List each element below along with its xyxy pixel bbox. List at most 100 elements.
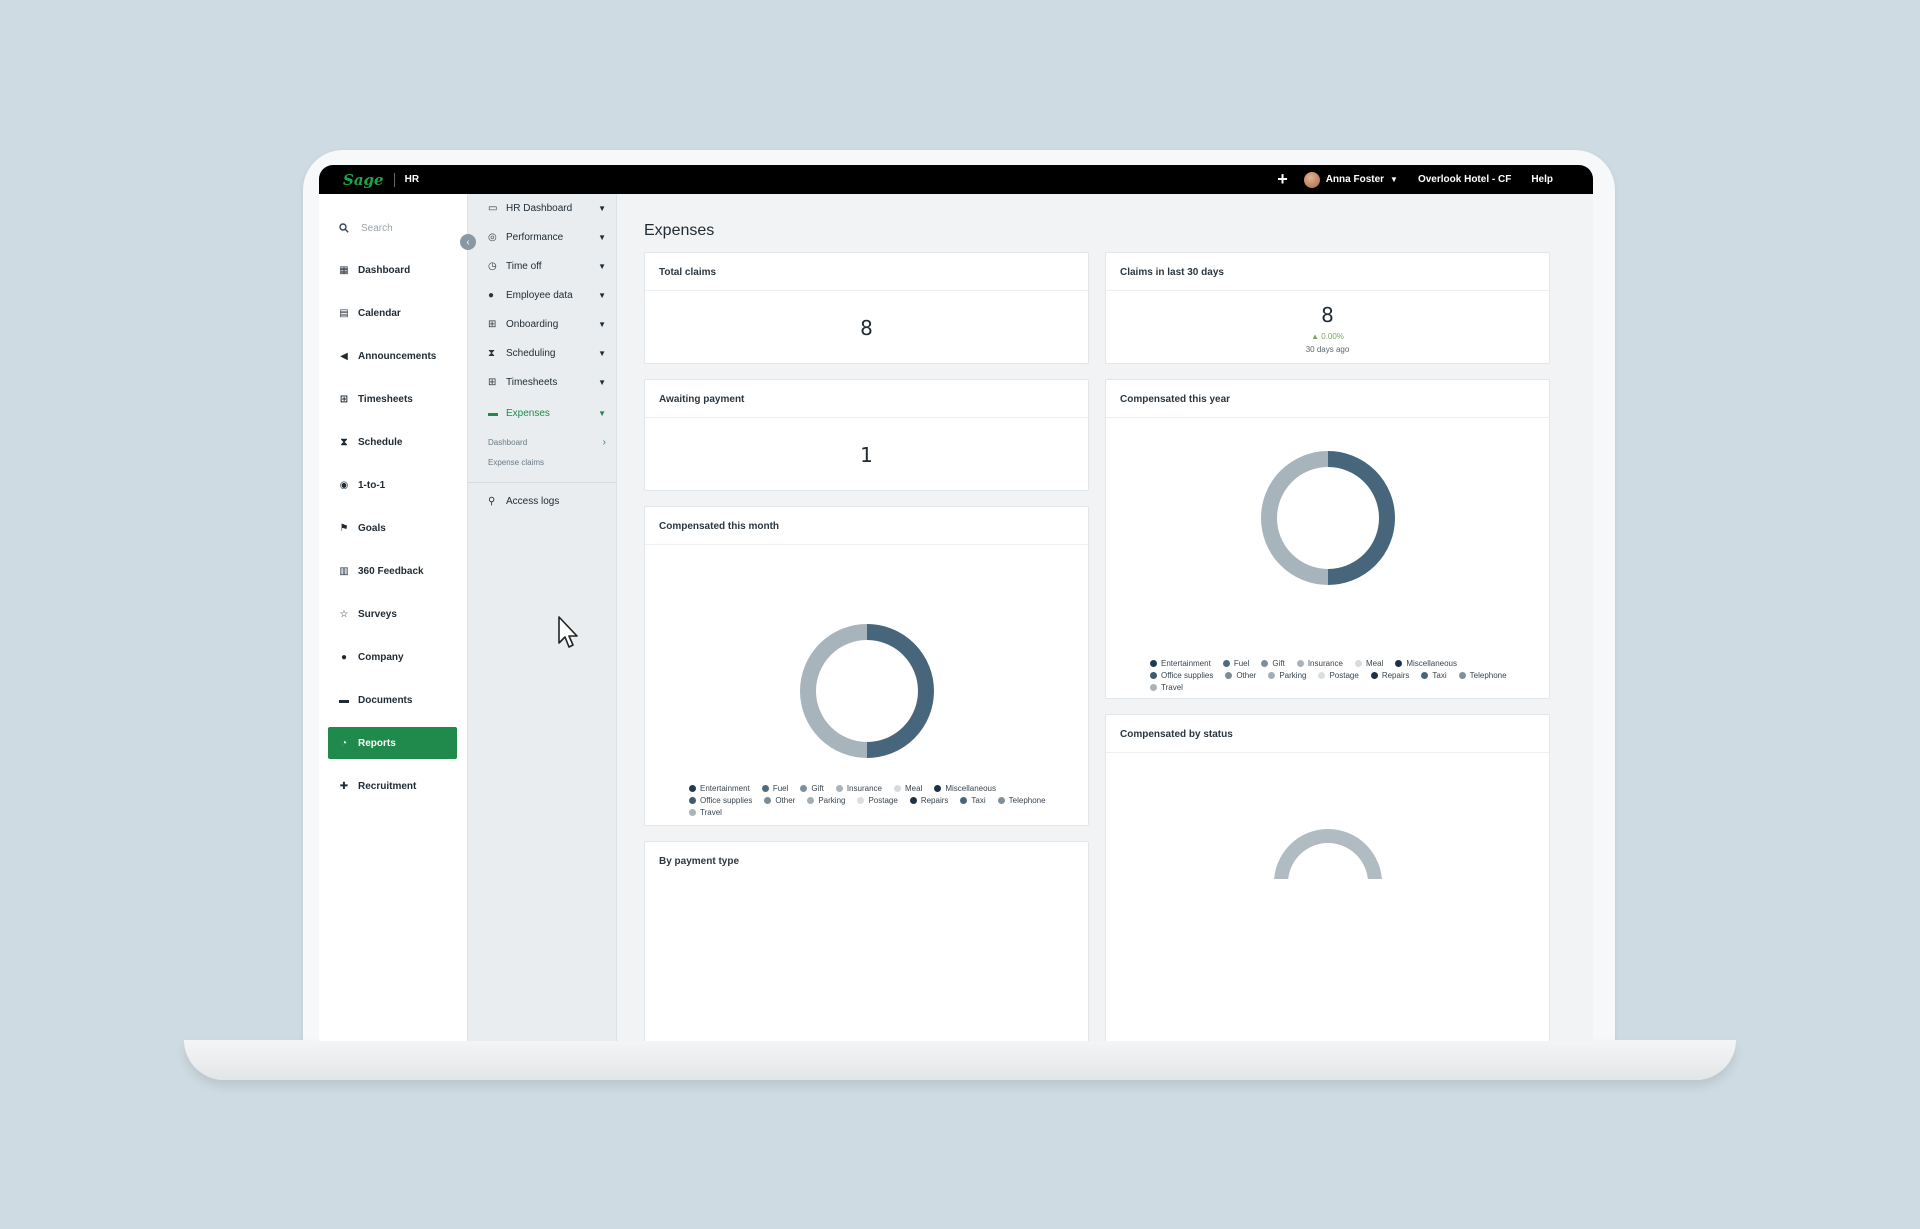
legend-item[interactable]: Travel bbox=[1150, 682, 1183, 692]
legend-item[interactable]: Repairs bbox=[909, 795, 948, 805]
legend-label: Repairs bbox=[1381, 670, 1410, 680]
sidebar-item-calendar[interactable]: ▤ Calendar bbox=[328, 297, 457, 329]
legend-item[interactable]: Insurance bbox=[1296, 658, 1343, 668]
sidebar-item-goals[interactable]: ⚑ Goals bbox=[328, 512, 457, 544]
table-icon: ⊞ bbox=[488, 377, 497, 388]
legend-item[interactable]: Taxi bbox=[960, 795, 986, 805]
legend-item[interactable]: Insurance bbox=[835, 783, 882, 793]
legend-item[interactable]: Miscellaneous bbox=[1395, 658, 1457, 668]
legend-item[interactable]: Fuel bbox=[761, 783, 788, 793]
legend-item[interactable]: Gift bbox=[800, 783, 824, 793]
sidebar-item-announcements[interactable]: ◀ Announcements bbox=[328, 340, 457, 372]
legend-item[interactable]: Telephone bbox=[997, 795, 1046, 805]
sub-item-timesheets[interactable]: ⊞ Timesheets ▼ bbox=[468, 368, 616, 397]
sub-item-scheduling[interactable]: ⧗ Scheduling ▼ bbox=[468, 339, 616, 368]
document-icon: ▥ bbox=[339, 565, 349, 577]
legend-item[interactable]: Other bbox=[1225, 670, 1256, 680]
search-box[interactable]: Search bbox=[319, 194, 467, 242]
sub-item-access-logs[interactable]: ⚲ Access logs bbox=[468, 487, 616, 516]
legend-item[interactable]: Other bbox=[764, 795, 795, 805]
legend-item[interactable]: Repairs bbox=[1370, 670, 1410, 680]
sidebar-item-1-to-1[interactable]: ◉ 1-to-1 bbox=[328, 469, 457, 501]
card-compensated-month: Compensated this month Entertainment Fuel… bbox=[644, 506, 1089, 826]
sidebar-item-schedule[interactable]: ⧗ Schedule bbox=[328, 426, 457, 458]
sidebar-item-label: Timesheets bbox=[358, 393, 413, 405]
legend-item[interactable]: Travel bbox=[689, 807, 722, 817]
legend-item[interactable]: Office supplies bbox=[689, 795, 752, 805]
donut-slice-taxi[interactable] bbox=[866, 624, 934, 758]
legend-label: Taxi bbox=[971, 795, 986, 805]
legend-item[interactable]: Postage bbox=[857, 795, 898, 805]
legend-label: Travel bbox=[1161, 682, 1183, 692]
card-title: Claims in last 30 days bbox=[1106, 253, 1549, 291]
legend-item[interactable]: Entertainment bbox=[1150, 658, 1211, 668]
sub-item-expenses-dashboard[interactable]: Dashboard › bbox=[468, 432, 616, 452]
sidebar-item-reports[interactable]: ◔ Reports bbox=[328, 727, 457, 759]
donut-slice-taxi[interactable] bbox=[1327, 451, 1395, 585]
donut-slice-travel[interactable] bbox=[1261, 451, 1329, 585]
legend-label: Miscellaneous bbox=[1406, 658, 1458, 668]
legend-item[interactable]: Entertainment bbox=[689, 783, 750, 793]
sub-item-expenses[interactable]: ▬ Expenses ▼ bbox=[468, 399, 616, 428]
caret-down-icon[interactable]: ▼ bbox=[598, 320, 606, 329]
caret-down-icon[interactable]: ▼ bbox=[598, 262, 606, 271]
sidebar-item-company[interactable]: ● Company bbox=[328, 641, 457, 673]
company-switcher[interactable]: Overlook Hotel - CF bbox=[1418, 174, 1511, 185]
user-menu[interactable]: Anna Foster ▼ bbox=[1303, 171, 1398, 188]
star-icon: ☆ bbox=[339, 608, 349, 620]
sub-item-hr-dashboard[interactable]: ▭ HR Dashboard ▼ bbox=[468, 194, 616, 223]
legend-dot bbox=[934, 784, 942, 792]
card-claims-30-days: Claims in last 30 days 8 ▲ 0.00% 30 days… bbox=[1105, 252, 1550, 364]
chart-legend-month: Entertainment Fuel Gift Insurance Meal Miscel… bbox=[689, 783, 1059, 817]
legend-item[interactable]: Parking bbox=[1268, 670, 1306, 680]
legend-label: Other bbox=[775, 795, 796, 805]
legend-item[interactable]: Taxi bbox=[1421, 670, 1447, 680]
legend-dot bbox=[857, 796, 865, 804]
hourglass-icon: ⧗ bbox=[340, 436, 348, 448]
caret-down-icon[interactable]: ▼ bbox=[598, 233, 606, 242]
nav-items: ▦ Dashboard ▤ Calendar ◀ Announcements ⊞ Timesh… bbox=[319, 254, 467, 802]
logo-separator bbox=[393, 172, 395, 187]
donut-slice-travel[interactable] bbox=[800, 624, 868, 758]
legend-item[interactable]: Postage bbox=[1318, 670, 1359, 680]
legend-item[interactable]: Meal bbox=[893, 783, 922, 793]
caret-down-icon[interactable]: ▼ bbox=[598, 291, 606, 300]
laptop-base bbox=[184, 1040, 1736, 1080]
sub-item-onboarding[interactable]: ⊞ Onboarding ▼ bbox=[468, 310, 616, 339]
sub-item-expense-claims[interactable]: Expense claims bbox=[468, 452, 616, 472]
search-input[interactable]: Search bbox=[361, 223, 393, 234]
sub-item-time-off[interactable]: ◷ Time off ▼ bbox=[468, 252, 616, 281]
legend-item[interactable]: Fuel bbox=[1222, 658, 1249, 668]
card-awaiting-payment: Awaiting payment 1 bbox=[644, 379, 1089, 491]
legend-dot bbox=[1458, 671, 1466, 679]
legend-item[interactable]: Meal bbox=[1354, 658, 1383, 668]
legend-item[interactable]: Parking bbox=[807, 795, 845, 805]
sidebar-item-dashboard[interactable]: ▦ Dashboard bbox=[328, 254, 457, 286]
legend-dot bbox=[1261, 659, 1269, 667]
sidebar-item-timesheets[interactable]: ⊞ Timesheets bbox=[328, 383, 457, 415]
caret-down-icon[interactable]: ▼ bbox=[598, 409, 606, 418]
sage-logo[interactable]: Sage bbox=[343, 171, 384, 189]
caret-down-icon[interactable]: ▼ bbox=[598, 349, 606, 358]
legend-label: Postage bbox=[1329, 670, 1359, 680]
legend-dot bbox=[997, 796, 1005, 804]
legend-dot bbox=[689, 784, 696, 792]
legend-dot bbox=[1318, 671, 1326, 679]
legend-item[interactable]: Gift bbox=[1261, 658, 1285, 668]
collapse-chevron-icon[interactable]: ‹ bbox=[460, 234, 476, 250]
plus-icon[interactable]: + bbox=[1277, 169, 1288, 190]
caret-down-icon[interactable]: ▼ bbox=[598, 378, 606, 387]
sidebar-item-label: 360 Feedback bbox=[358, 565, 424, 577]
legend-item[interactable]: Miscellaneous bbox=[934, 783, 996, 793]
sub-item-performance[interactable]: ◎ Performance ▼ bbox=[468, 223, 616, 252]
legend-item[interactable]: Telephone bbox=[1458, 670, 1507, 680]
help-link[interactable]: Help bbox=[1531, 174, 1553, 185]
legend-item[interactable]: Office supplies bbox=[1150, 670, 1213, 680]
sidebar-item-360-feedback[interactable]: ▥ 360 Feedback bbox=[328, 555, 457, 587]
sub-item-employee-data[interactable]: ● Employee data ▼ bbox=[468, 281, 616, 310]
caret-down-icon[interactable]: ▼ bbox=[598, 204, 606, 213]
sidebar-item-recruitment[interactable]: ✚ Recruitment bbox=[328, 770, 457, 802]
legend-dot bbox=[1268, 671, 1276, 679]
sidebar-item-surveys[interactable]: ☆ Surveys bbox=[328, 598, 457, 630]
sidebar-item-documents[interactable]: ▬ Documents bbox=[328, 684, 457, 716]
